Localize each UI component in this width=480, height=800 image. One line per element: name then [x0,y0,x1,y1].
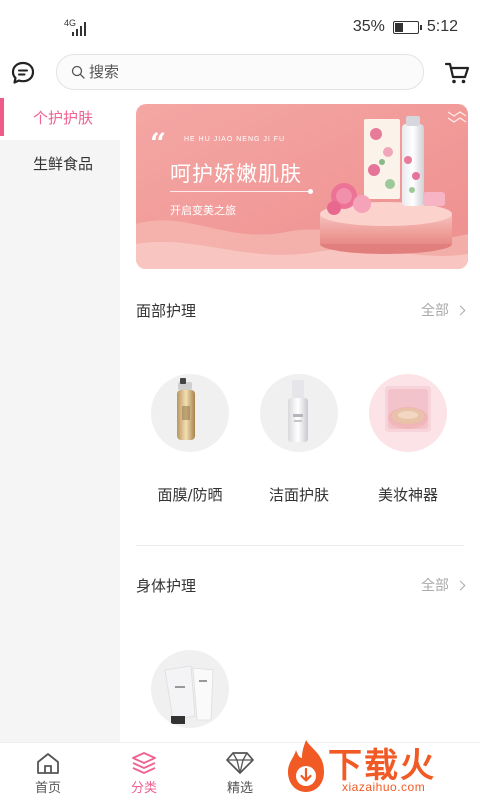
battery-icon [392,20,422,34]
top-header [0,52,480,94]
category-item-mask-sunscreen[interactable]: 面膜/防晒 [140,374,240,505]
banner-divider [170,189,313,194]
serum-bottle-image [260,374,338,452]
section-header-face-care: 面部护理 全部 [136,298,466,322]
section-title: 身体护理 [136,576,197,595]
sidebar-item-fresh-food[interactable]: 生鲜食品 [0,140,120,186]
section-header-body-care: 身体护理 全部 [136,573,466,597]
body-lotion-tube-image [151,650,229,728]
category-label: 美妆神器 [377,486,438,504]
category-content: “ HE HU JIAO NENG JI FU 呵护娇嫩肌肤 开启变美之旅 面部… [120,94,480,742]
flame-logo-icon [288,740,324,792]
chevron-right-icon [455,305,466,315]
section-divider [136,545,464,546]
view-all-link[interactable]: 全部 [421,300,466,320]
search-bar[interactable] [56,54,424,90]
message-icon[interactable] [10,60,36,86]
chevron-right-icon [455,580,466,590]
tab-category[interactable]: 分类 [114,751,174,796]
spray-bottle-image [151,374,229,452]
cart-icon[interactable] [444,60,470,86]
watermark: 下载火 xiazaihuo.com [282,736,480,800]
search-input[interactable] [89,63,389,81]
sidebar-item-label: 生鲜食品 [33,154,94,173]
banner-subtitle-en: HE HU JIAO NENG JI FU [184,136,286,143]
home-icon [37,753,59,774]
quote-mark: “ [150,127,167,160]
category-item-makeup-tools[interactable]: 美妆神器 [358,374,458,505]
category-sidebar: 个护护肤 生鲜食品 [0,94,120,742]
signal-icon [72,22,86,36]
search-icon [71,65,85,79]
sidebar-item-label: 个护护肤 [33,108,94,127]
category-item-cleansing[interactable]: 洁面护肤 [249,374,349,505]
status-bar: 4G 35% 5:12 [0,0,480,52]
view-all-link[interactable]: 全部 [421,575,466,595]
tab-label: 精选 [226,781,253,796]
promo-banner[interactable]: “ HE HU JIAO NENG JI FU 呵护娇嫩肌肤 开启变美之旅 [136,104,468,269]
layers-icon [132,752,156,774]
banner-tagline: 开启变美之旅 [170,204,236,217]
sidebar-item-personal-care[interactable]: 个护护肤 [0,94,120,140]
tab-home[interactable]: 首页 [18,751,78,796]
category-item-body-lotion[interactable] [140,650,240,742]
section-title: 面部护理 [136,301,197,320]
category-label: 洁面护肤 [268,486,329,504]
tab-featured[interactable]: 精选 [210,751,270,796]
battery-percent: 35% [352,18,385,35]
clock: 5:12 [426,18,458,35]
category-label: 面膜/防晒 [157,486,223,504]
status-right: 35% 5:12 [353,18,458,36]
watermark-url: xiazaihuo.com [342,780,426,794]
view-all-label: 全部 [421,578,449,594]
banner-title: 呵护娇嫩肌肤 [170,162,302,186]
view-all-label: 全部 [421,303,449,319]
tab-label: 首页 [34,781,61,796]
tab-label: 分类 [130,781,157,796]
diamond-icon [226,752,254,774]
cushion-compact-image [369,374,447,452]
